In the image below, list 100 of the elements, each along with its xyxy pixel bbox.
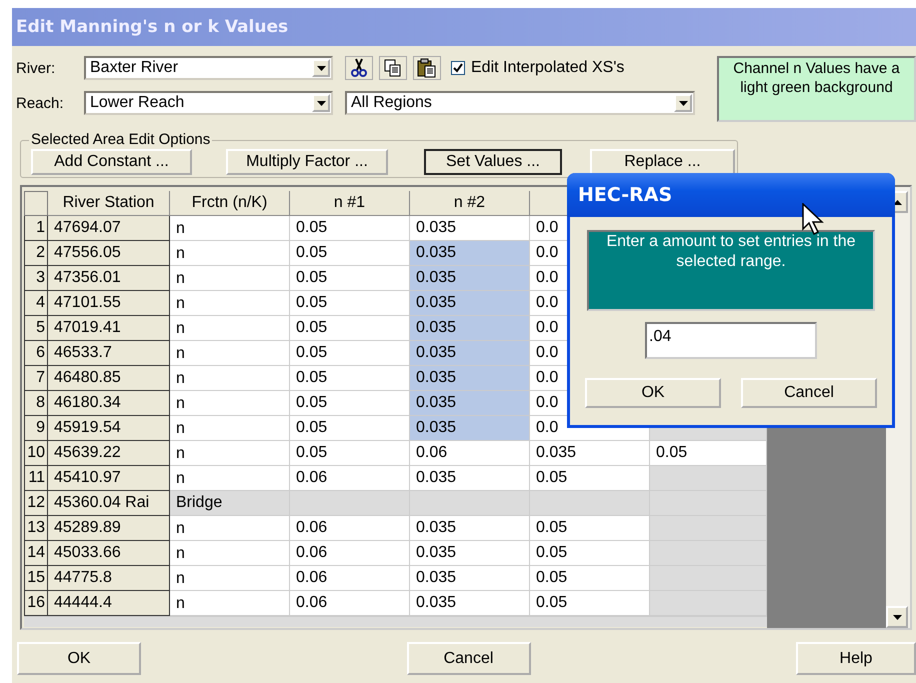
row-number: 9 [24, 416, 48, 441]
dialog-button[interactable]: Cancel [741, 378, 877, 408]
table-cell: n [170, 591, 290, 616]
table-cell[interactable]: 0.05 [290, 416, 410, 441]
table-cell[interactable]: 0.05 [290, 291, 410, 316]
checkbox[interactable] [451, 61, 465, 75]
table-cell[interactable]: 0.035 [410, 591, 530, 616]
dialog-button[interactable]: Cancel [406, 642, 530, 675]
table-cell[interactable]: 0.035 [410, 391, 530, 416]
table-cell: Bridge [170, 491, 290, 516]
table-cell[interactable]: 0.035 [410, 366, 530, 391]
table-cell: n [170, 366, 290, 391]
table-cell: n [170, 291, 290, 316]
table-cell: n [170, 516, 290, 541]
row-number: 13 [24, 516, 48, 541]
table-cell: n [170, 266, 290, 291]
table-cell[interactable]: 0.05 [290, 216, 410, 241]
row-number: 8 [24, 391, 48, 416]
table-cell[interactable]: 0.05 [530, 516, 650, 541]
table-cell[interactable]: 0.035 [410, 291, 530, 316]
table-cell[interactable]: 0.06 [410, 441, 530, 466]
dialog-title: HEC-RAS [578, 184, 672, 206]
option-button[interactable]: Replace ... [590, 149, 735, 175]
table-cell[interactable]: 0.05 [530, 591, 650, 616]
table-cell[interactable]: 0.05 [290, 241, 410, 266]
station-cell: 45919.54 [48, 416, 170, 441]
table-cell[interactable]: 0.035 [410, 466, 530, 491]
option-button[interactable]: Set Values ... [424, 149, 562, 175]
table-cell[interactable]: 0.035 [530, 441, 650, 466]
scroll-down-icon[interactable] [886, 606, 908, 628]
table-cell[interactable]: 0.06 [290, 466, 410, 491]
station-cell: 45360.04 Rai [48, 491, 170, 516]
table-cell[interactable]: 0.035 [410, 541, 530, 566]
table-cell[interactable]: 0.05 [290, 266, 410, 291]
table-cell: n [170, 416, 290, 441]
station-cell: 45639.22 [48, 441, 170, 466]
table-cell: n [170, 441, 290, 466]
row-number: 6 [24, 341, 48, 366]
table-cell[interactable]: 0.05 [530, 466, 650, 491]
table-cell[interactable]: 0.05 [290, 441, 410, 466]
dropdown-value: Lower Reach [90, 94, 184, 112]
copy-icon[interactable] [379, 56, 407, 80]
table-cell[interactable]: 0.035 [410, 566, 530, 591]
scissors-icon[interactable] [345, 56, 373, 80]
table-cell[interactable]: 0.05 [530, 541, 650, 566]
dropdown[interactable]: Lower Reach [84, 91, 333, 115]
column-header: n #2 [410, 191, 530, 216]
station-cell: 45033.66 [48, 541, 170, 566]
table-cell: n [170, 541, 290, 566]
column-header: n #1 [290, 191, 410, 216]
table-cell: n [170, 216, 290, 241]
row-number: 2 [24, 241, 48, 266]
table-cell: n [170, 241, 290, 266]
table-cell[interactable]: 0.05 [290, 391, 410, 416]
table-cell[interactable]: 0.05 [650, 441, 767, 466]
row-number: 15 [24, 566, 48, 591]
table-cell[interactable]: 0.035 [410, 216, 530, 241]
station-cell: 46180.34 [48, 391, 170, 416]
row-number: 3 [24, 266, 48, 291]
dropdown[interactable]: Baxter River [84, 56, 333, 80]
station-cell: 47556.05 [48, 241, 170, 266]
dialog-button[interactable]: OK [17, 642, 141, 675]
table-cell: n [170, 316, 290, 341]
table-cell[interactable]: 0.035 [410, 266, 530, 291]
table-cell[interactable]: 0.06 [290, 516, 410, 541]
table-cell[interactable]: 0.05 [290, 341, 410, 366]
dropdown[interactable]: All Regions [345, 91, 695, 115]
row-number: 7 [24, 366, 48, 391]
checkbox-label: Edit Interpolated XS's [471, 59, 624, 77]
station-cell: 45410.97 [48, 466, 170, 491]
table-cell[interactable]: 0.035 [410, 316, 530, 341]
table-cell[interactable]: 0.06 [290, 566, 410, 591]
station-cell: 44444.4 [48, 591, 170, 616]
table-cell[interactable]: 0.05 [530, 566, 650, 591]
row-number: 14 [24, 541, 48, 566]
row-number: 5 [24, 316, 48, 341]
table-cell: n [170, 566, 290, 591]
table-cell[interactable]: 0.06 [290, 541, 410, 566]
station-cell: 47356.01 [48, 266, 170, 291]
dropdown-value: Baxter River [90, 59, 178, 77]
row-number: 10 [24, 441, 48, 466]
table-cell[interactable]: 0.05 [290, 316, 410, 341]
option-button[interactable]: Add Constant ... [31, 149, 192, 175]
field-label: Reach: [16, 94, 65, 112]
row-number: 16 [24, 591, 48, 616]
table-cell[interactable]: 0.035 [410, 516, 530, 541]
dropdown-value: All Regions [351, 94, 432, 112]
column-header: Frctn (n/K) [170, 191, 290, 216]
table-cell: n [170, 391, 290, 416]
table-cell[interactable]: 0.06 [290, 591, 410, 616]
table-cell[interactable]: 0.035 [410, 241, 530, 266]
input-field[interactable]: .04 [645, 322, 817, 359]
paste-icon[interactable] [413, 56, 441, 80]
station-cell: 46533.7 [48, 341, 170, 366]
table-cell[interactable]: 0.035 [410, 416, 530, 441]
table-cell[interactable]: 0.035 [410, 341, 530, 366]
table-cell[interactable]: 0.05 [290, 366, 410, 391]
option-button[interactable]: Multiply Factor ... [226, 149, 388, 175]
dialog-button[interactable]: Help [796, 642, 916, 675]
dialog-button[interactable]: OK [585, 378, 721, 408]
